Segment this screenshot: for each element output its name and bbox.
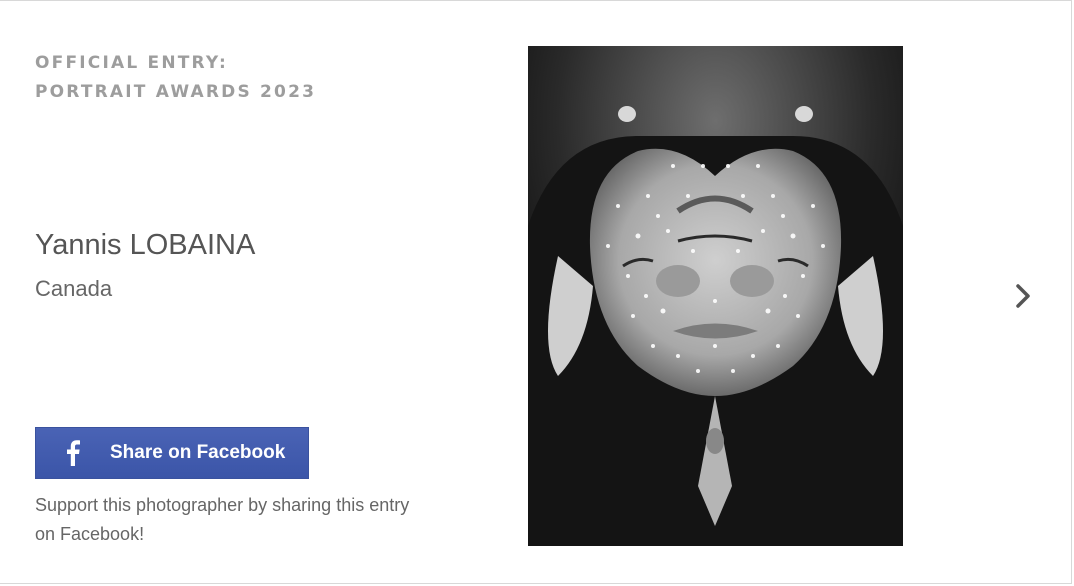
share-button-label: Share on Facebook bbox=[110, 442, 286, 463]
support-text: Support this photographer by sharing thi… bbox=[35, 495, 410, 544]
entry-card: OFFICIAL ENTRY: PORTRAIT AWARDS 2023 Yan… bbox=[0, 0, 1072, 584]
entry-label-line1: OFFICIAL ENTRY: bbox=[35, 53, 228, 73]
entry-photo[interactable] bbox=[528, 46, 903, 546]
entry-label-line2: PORTRAIT AWARDS 2023 bbox=[35, 82, 317, 102]
next-entry-button[interactable] bbox=[1006, 281, 1040, 315]
facebook-icon bbox=[36, 428, 110, 478]
share-on-facebook-button[interactable]: Share on Facebook bbox=[35, 427, 309, 479]
photographer-country: Canada bbox=[35, 276, 113, 301]
entry-label: OFFICIAL ENTRY: PORTRAIT AWARDS 2023 bbox=[35, 49, 316, 107]
photographer-name: Yannis LOBAINA bbox=[35, 229, 256, 261]
chevron-right-icon bbox=[1015, 283, 1031, 314]
